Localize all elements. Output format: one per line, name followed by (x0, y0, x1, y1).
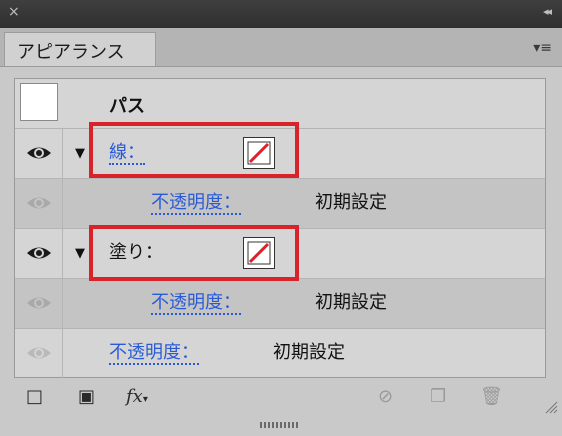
fill-visibility-cell[interactable] (15, 229, 63, 278)
fill-opacity-row[interactable]: 不透明度： 初期設定 (15, 279, 545, 329)
collapse-icon[interactable]: ◂◂ (543, 5, 552, 18)
close-icon[interactable]: × (8, 4, 20, 20)
stroke-opacity-link[interactable]: 不透明度： (151, 193, 241, 215)
duplicate-item-icon[interactable]: ❐ (430, 386, 446, 407)
object-opacity-value: 初期設定 (273, 342, 345, 363)
clear-appearance-icon[interactable]: ⊘ (378, 386, 393, 407)
path-thumbnail (20, 83, 58, 121)
eye-icon[interactable] (26, 194, 52, 212)
object-opacity-link[interactable]: 不透明度： (109, 343, 199, 365)
add-fill-icon[interactable]: ▣ (78, 386, 95, 407)
path-label: パス (109, 96, 145, 117)
stroke-opacity-value: 初期設定 (315, 192, 387, 213)
eye-icon[interactable] (26, 244, 52, 262)
stroke-visibility-cell[interactable] (15, 129, 63, 178)
eye-icon[interactable] (26, 294, 52, 312)
fill-opacity-link[interactable]: 不透明度： (151, 293, 241, 315)
fill-opacity-value: 初期設定 (315, 292, 387, 313)
appearance-panel: × ◂◂ アピアランス ▾≡ パス ▼ 線： 不透明度： 初期設定 ▼ 塗り： … (0, 0, 562, 436)
add-stroke-icon[interactable]: □ (26, 386, 43, 407)
delete-item-icon[interactable]: 🗑 (480, 386, 503, 407)
tab-appearance[interactable]: アピアランス (4, 32, 156, 66)
stroke-opacity-visibility-cell[interactable] (15, 179, 63, 228)
fx-button[interactable]: fx▾ (126, 386, 148, 407)
bottom-toolbar: □ ▣ fx▾ ⊘ ❐ 🗑 (0, 378, 562, 418)
resize-grip[interactable] (260, 422, 300, 428)
expand-triangle-icon[interactable]: ▼ (75, 146, 85, 161)
resize-corner-icon[interactable] (544, 400, 558, 414)
eye-icon[interactable] (26, 144, 52, 162)
expand-triangle-icon[interactable]: ▼ (75, 246, 85, 261)
object-opacity-row[interactable]: 不透明度： 初期設定 (15, 329, 545, 379)
eye-icon[interactable] (26, 344, 52, 362)
fill-opacity-visibility-cell[interactable] (15, 279, 63, 328)
panel-titlebar: × ◂◂ (0, 0, 562, 28)
tab-strip: アピアランス ▾≡ (0, 28, 562, 67)
fill-highlight-box (89, 225, 299, 281)
stroke-opacity-row[interactable]: 不透明度： 初期設定 (15, 179, 545, 229)
stroke-highlight-box (89, 122, 299, 178)
object-opacity-visibility-cell[interactable] (15, 329, 63, 378)
panel-menu-icon[interactable]: ▾≡ (533, 40, 552, 56)
